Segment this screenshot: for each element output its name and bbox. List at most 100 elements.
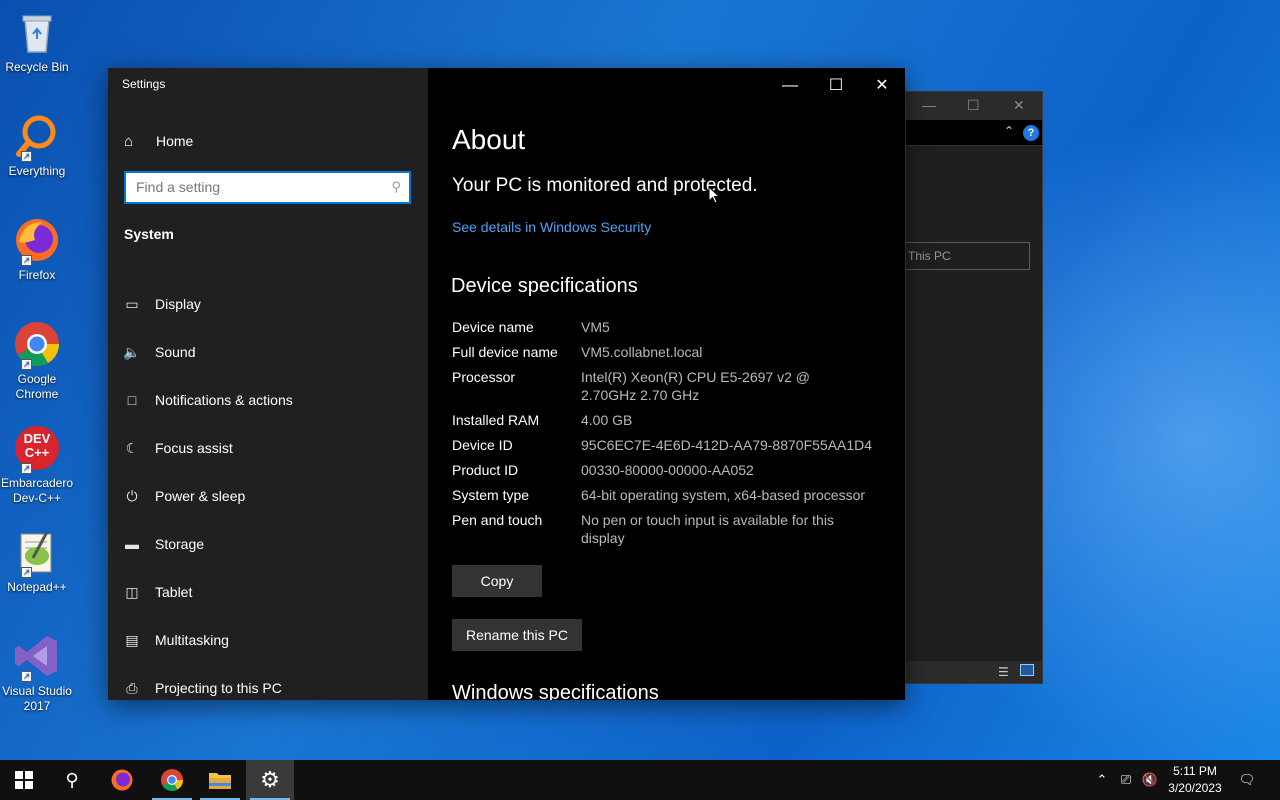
chevron-up-icon[interactable]: ⌃ [1004, 124, 1014, 138]
spec-row: Installed RAM 4.00 GB [452, 411, 892, 429]
windows-logo-icon [15, 771, 33, 789]
chrome-icon: ↗ [13, 320, 61, 370]
explorer-titlebar[interactable]: — ☐ ✕ [906, 92, 1042, 120]
search-icon: ⚲ [65, 770, 79, 790]
maximize-icon[interactable]: ☐ [967, 97, 980, 114]
desktop-icon-everything[interactable]: ↗ Everything [0, 112, 74, 179]
desktop-icon-label: Firefox [18, 268, 56, 282]
desktop-icon-notepadpp[interactable]: ↗ Notepad++ [0, 528, 74, 595]
spec-row: Full device name VM5.collabnet.local [452, 343, 892, 361]
nav-item-label: Power & sleep [155, 488, 246, 504]
notification-icon: 🗨 [1238, 772, 1256, 787]
mouse-cursor-icon [708, 186, 720, 204]
nav-item-sound[interactable]: 🔈 Sound [122, 328, 422, 376]
volume-muted-icon[interactable]: 🔇 [1140, 760, 1160, 800]
explorer-address-bar[interactable]: This PC [906, 242, 1030, 270]
nav-item-label: Storage [155, 536, 205, 552]
search-placeholder: Find a setting [136, 179, 221, 195]
nav-item-storage[interactable]: ▬ Storage [122, 520, 422, 568]
spec-row: Product ID 00330-80000-00000-AA052 [452, 461, 892, 479]
spec-value: VM5.collabnet.local [581, 344, 703, 360]
action-center-button[interactable]: 🗨 [1236, 760, 1258, 800]
desktop-icon-label: Visual Studio 2017 [2, 684, 72, 713]
storage-icon: ▬ [125, 536, 139, 552]
nav-item-display[interactable]: ▭ Display [122, 280, 422, 328]
details-view-icon[interactable]: ☰ [998, 665, 1009, 679]
file-explorer-window[interactable]: — ☐ ✕ ⌃ ? This PC ☰ [905, 91, 1043, 684]
magnifier-icon: ↗ [13, 112, 61, 162]
show-hidden-icons-button[interactable]: ⌃ [1092, 760, 1112, 800]
network-icon[interactable]: ⎚ [1116, 760, 1136, 800]
shortcut-arrow-icon: ↗ [21, 463, 32, 474]
taskbar-firefox[interactable] [98, 760, 146, 800]
nav-item-projecting[interactable]: ⎙ Projecting to this PC [122, 664, 422, 712]
nav-item-power-sleep[interactable]: ⏻ Power & sleep [122, 472, 422, 520]
minimize-icon[interactable]: — [922, 97, 936, 113]
desktop-icon-label: Embarcadero Dev-C++ [0, 476, 74, 505]
spec-value: 00330-80000-00000-AA052 [581, 462, 754, 478]
taskbar-search-button[interactable]: ⚲ [48, 760, 96, 800]
tablet-icon: ◫ [125, 583, 139, 600]
clock-date: 3/20/2023 [1168, 781, 1222, 795]
settings-window[interactable]: Settings ⌂ Home Find a setting ⚲ System … [108, 68, 905, 700]
copy-button[interactable]: Copy [452, 565, 542, 597]
about-content: About Your PC is monitored and protected… [452, 68, 892, 700]
spec-value: 64-bit operating system, x64-based proce… [581, 487, 866, 503]
device-spec-heading: Device specifications [452, 275, 638, 297]
rename-pc-button[interactable]: Rename this PC [452, 619, 582, 651]
spec-value: VM5 [581, 319, 610, 335]
explorer-ribbon: ⌃ ? [906, 120, 1042, 146]
devcpp-icon: DEV C++ ↗ [13, 424, 61, 474]
search-input[interactable]: Find a setting ⚲ [124, 171, 411, 204]
explorer-status-bar: ☰ [906, 661, 1042, 683]
firefox-icon: ↗ [13, 216, 61, 266]
speaker-icon: 🔈 [123, 343, 141, 360]
nav-item-focus-assist[interactable]: ☾ Focus assist [122, 424, 422, 472]
visual-studio-icon: ↗ [13, 632, 61, 682]
chrome-icon [161, 769, 183, 791]
folder-icon [209, 773, 231, 789]
spec-key: Processor [452, 369, 516, 385]
windows-spec-heading: Windows specifications [452, 682, 659, 700]
nav-item-label: Notifications & actions [155, 392, 293, 408]
nav-list: ▭ Display 🔈 Sound □ Notifications & acti… [122, 280, 422, 712]
nav-section-title: System [124, 226, 174, 242]
desktop-icon-label: Everything [8, 164, 66, 178]
tiles-view-icon[interactable] [1020, 664, 1034, 676]
desktop-icon-label: Notepad++ [7, 580, 67, 594]
desktop-icon-google-chrome[interactable]: ↗ Google Chrome [0, 320, 74, 402]
firefox-icon [111, 769, 133, 791]
nav-item-label: Projecting to this PC [155, 680, 282, 696]
nav-home[interactable]: ⌂ Home [124, 130, 193, 152]
taskbar-file-explorer[interactable] [196, 760, 244, 800]
home-icon: ⌂ [124, 132, 134, 150]
shortcut-arrow-icon: ↗ [21, 671, 32, 682]
nav-item-multitasking[interactable]: ▤ Multitasking [122, 616, 422, 664]
devcpp-badge: DEV C++ [23, 431, 51, 460]
nav-home-label: Home [156, 133, 194, 149]
nav-item-tablet[interactable]: ◫ Tablet [122, 568, 422, 616]
taskbar-chrome[interactable] [148, 760, 196, 800]
taskbar-clock[interactable]: 5:11 PM 3/20/2023 [1162, 763, 1228, 797]
moon-icon: ☾ [125, 439, 139, 456]
nav-item-label: Focus assist [155, 440, 233, 456]
spec-key: Installed RAM [452, 412, 540, 428]
desktop-icon-visual-studio[interactable]: ↗ Visual Studio 2017 [0, 632, 74, 714]
desktop-icon-label: Google Chrome [15, 372, 59, 401]
page-title: About [452, 124, 526, 155]
close-icon[interactable]: ✕ [1013, 97, 1025, 114]
projecting-icon: ⎙ [126, 679, 138, 696]
windows-security-link[interactable]: See details in Windows Security [452, 219, 651, 235]
notepadpp-icon: ↗ [13, 528, 61, 578]
desktop-icon-devcpp[interactable]: DEV C++ ↗ Embarcadero Dev-C++ [0, 424, 74, 506]
chevron-up-icon: ⌃ [1096, 772, 1108, 787]
spec-value: No pen or touch input is available for t… [581, 512, 834, 546]
spec-key: Product ID [452, 462, 519, 478]
help-icon[interactable]: ? [1023, 125, 1039, 141]
desktop-icon-firefox[interactable]: ↗ Firefox [0, 216, 74, 283]
nav-item-notifications[interactable]: □ Notifications & actions [122, 376, 422, 424]
taskbar-settings[interactable]: ⚙ [246, 760, 294, 800]
desktop-icon-recycle-bin[interactable]: Recycle Bin [0, 8, 74, 75]
multitasking-icon: ▤ [125, 631, 139, 648]
start-button[interactable] [0, 760, 48, 800]
